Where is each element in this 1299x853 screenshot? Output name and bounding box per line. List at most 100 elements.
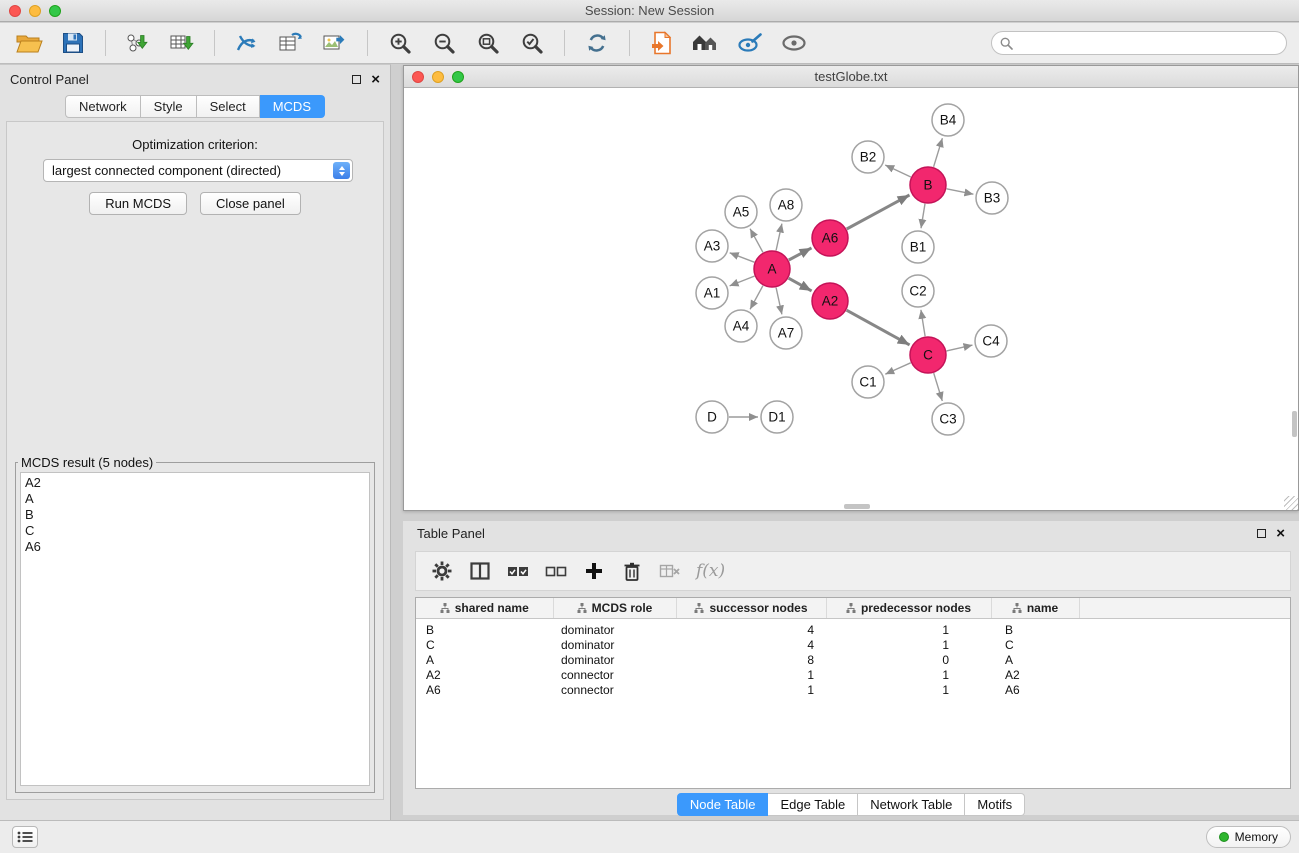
- zoom-in-button[interactable]: [383, 27, 417, 59]
- close-window-button[interactable]: [9, 5, 21, 17]
- network-node-A4[interactable]: A4: [725, 310, 757, 342]
- tab-mcds[interactable]: MCDS: [260, 95, 325, 118]
- open-session-button[interactable]: [12, 27, 46, 59]
- edge-A-A5[interactable]: [750, 229, 763, 253]
- apply-layout-button[interactable]: [230, 27, 264, 59]
- edge-B-B2[interactable]: [885, 165, 911, 177]
- maximize-network-window-button[interactable]: [452, 71, 464, 83]
- network-node-B1[interactable]: B1: [902, 231, 934, 263]
- delete-table-button[interactable]: [654, 555, 686, 587]
- edge-C-C1[interactable]: [885, 363, 910, 374]
- network-node-C[interactable]: C: [910, 337, 946, 373]
- network-node-A1[interactable]: A1: [696, 277, 728, 309]
- column-header-predecessor-nodes[interactable]: predecessor nodes: [826, 598, 991, 618]
- edge-A-A1[interactable]: [730, 276, 755, 286]
- edge-A-A4[interactable]: [750, 286, 763, 310]
- zoom-fit-button[interactable]: [471, 27, 505, 59]
- edge-C-C3[interactable]: [934, 373, 943, 401]
- save-session-button[interactable]: [56, 27, 90, 59]
- network-node-D[interactable]: D: [696, 401, 728, 433]
- delete-column-button[interactable]: [616, 555, 648, 587]
- result-list-item[interactable]: A2: [25, 475, 365, 491]
- show-column-button[interactable]: [464, 555, 496, 587]
- deselect-all-rows-button[interactable]: [540, 555, 572, 587]
- edge-A-A6[interactable]: [789, 248, 812, 260]
- float-table-panel-icon[interactable]: [1257, 529, 1266, 538]
- show-hide-button[interactable]: [777, 27, 811, 59]
- result-list-item[interactable]: B: [25, 507, 365, 523]
- column-header-name[interactable]: name: [991, 598, 1079, 618]
- optimization-criterion-select[interactable]: largest connected component (directed): [43, 159, 353, 182]
- close-table-panel-icon[interactable]: ×: [1276, 526, 1285, 541]
- network-node-A5[interactable]: A5: [725, 196, 757, 228]
- result-list-item[interactable]: A6: [25, 539, 365, 555]
- network-vertical-scrollbar[interactable]: [1292, 411, 1297, 437]
- table-row[interactable]: A6connector11A6: [416, 683, 1290, 698]
- tab-network-table[interactable]: Network Table: [858, 793, 965, 816]
- function-builder-button[interactable]: f(x): [692, 561, 725, 581]
- network-node-A3[interactable]: A3: [696, 230, 728, 262]
- minimize-window-button[interactable]: [29, 5, 41, 17]
- home-network-button[interactable]: [689, 27, 723, 59]
- network-node-A[interactable]: A: [754, 251, 790, 287]
- refresh-view-button[interactable]: [580, 27, 614, 59]
- network-node-D1[interactable]: D1: [761, 401, 793, 433]
- import-table-button[interactable]: [165, 27, 199, 59]
- memory-button[interactable]: Memory: [1206, 826, 1291, 848]
- table-row[interactable]: A2connector11A2: [416, 668, 1290, 683]
- zoom-selected-button[interactable]: [515, 27, 549, 59]
- network-node-A7[interactable]: A7: [770, 317, 802, 349]
- network-node-B3[interactable]: B3: [976, 182, 1008, 214]
- close-network-window-button[interactable]: [412, 71, 424, 83]
- edge-A2-C[interactable]: [847, 310, 910, 345]
- export-image-button[interactable]: [318, 27, 352, 59]
- annotation-mode-button[interactable]: [733, 27, 767, 59]
- network-node-C4[interactable]: C4: [975, 325, 1007, 357]
- run-mcds-button[interactable]: Run MCDS: [89, 192, 187, 215]
- import-network-button[interactable]: [121, 27, 155, 59]
- network-node-A8[interactable]: A8: [770, 189, 802, 221]
- select-all-rows-button[interactable]: [502, 555, 534, 587]
- create-column-button[interactable]: [578, 555, 610, 587]
- edge-A-A7[interactable]: [776, 288, 782, 315]
- network-node-B[interactable]: B: [910, 167, 946, 203]
- close-panel-button[interactable]: Close panel: [200, 192, 301, 215]
- task-history-button[interactable]: [12, 826, 38, 848]
- tab-style[interactable]: Style: [141, 95, 197, 118]
- resize-grip[interactable]: [1284, 496, 1298, 510]
- network-node-B4[interactable]: B4: [932, 104, 964, 136]
- mcds-result-list[interactable]: A2ABCA6: [20, 472, 370, 786]
- network-canvas[interactable]: B4B2BB3A5A8A6B1A3AC2A1A2A4A7C4CC1C3DD1: [404, 88, 1298, 510]
- tab-node-table[interactable]: Node Table: [677, 793, 769, 816]
- edge-A-A3[interactable]: [730, 253, 755, 262]
- table-settings-button[interactable]: [426, 555, 458, 587]
- search-input[interactable]: [1018, 36, 1278, 51]
- report-button[interactable]: [645, 27, 679, 59]
- close-panel-icon[interactable]: ×: [371, 72, 380, 87]
- network-node-C1[interactable]: C1: [852, 366, 884, 398]
- edge-A6-B[interactable]: [847, 195, 910, 229]
- edge-B-B1[interactable]: [921, 204, 925, 228]
- column-header-successor-nodes[interactable]: successor nodes: [676, 598, 826, 618]
- edge-B-B3[interactable]: [947, 189, 974, 194]
- network-node-C3[interactable]: C3: [932, 403, 964, 435]
- table-row[interactable]: Bdominator41B: [416, 618, 1290, 638]
- network-node-C2[interactable]: C2: [902, 275, 934, 307]
- network-node-A6[interactable]: A6: [812, 220, 848, 256]
- float-panel-icon[interactable]: [352, 75, 361, 84]
- zoom-out-button[interactable]: [427, 27, 461, 59]
- edge-A-A2[interactable]: [789, 278, 812, 291]
- result-list-item[interactable]: C: [25, 523, 365, 539]
- table-row[interactable]: Adominator80A: [416, 653, 1290, 668]
- minimize-network-window-button[interactable]: [432, 71, 444, 83]
- edge-B-B4[interactable]: [934, 138, 943, 167]
- network-node-B2[interactable]: B2: [852, 141, 884, 173]
- maximize-window-button[interactable]: [49, 5, 61, 17]
- tab-motifs[interactable]: Motifs: [965, 793, 1025, 816]
- edge-A-A8[interactable]: [776, 224, 782, 251]
- table-row[interactable]: Cdominator41C: [416, 638, 1290, 653]
- network-horizontal-scrollbar[interactable]: [844, 504, 870, 509]
- edge-C-C4[interactable]: [947, 345, 973, 351]
- result-list-item[interactable]: A: [25, 491, 365, 507]
- edge-C-C2[interactable]: [921, 310, 925, 336]
